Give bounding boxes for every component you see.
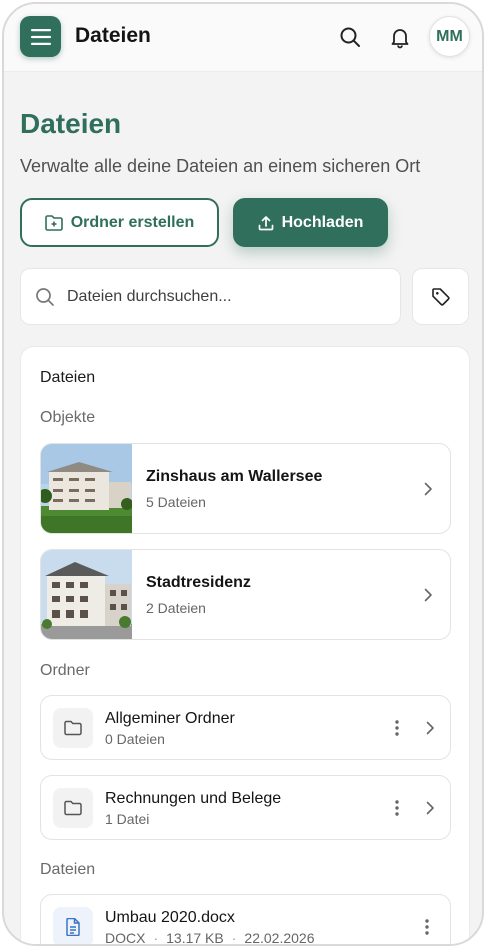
- object-name: Stadtresidenz: [146, 574, 251, 591]
- document-icon: [66, 918, 80, 936]
- object-item[interactable]: Stadtresidenz 2 Dateien: [40, 549, 451, 640]
- create-folder-label: Ordner erstellen: [70, 213, 195, 231]
- folder-icon-wrapper: [53, 788, 93, 828]
- file-date: 22.02.2026: [244, 930, 315, 946]
- tag-filter-button[interactable]: [412, 268, 469, 325]
- separator-dot: ·: [153, 930, 159, 946]
- object-item[interactable]: Zinshaus am Wallersee 5 Dateien: [40, 443, 451, 534]
- page-subtitle: Verwalte alle deine Dateien an einem sic…: [20, 156, 421, 176]
- folder-item[interactable]: Rechnungen und Belege 1 Datei: [40, 775, 451, 840]
- avatar[interactable]: MM: [429, 16, 470, 57]
- files-card: Dateien Objekte Zinshaus am Wallersee 5 …: [20, 346, 470, 946]
- folder-file-count: 0 Dateien: [105, 731, 165, 747]
- folders-section-label: Ordner: [40, 662, 90, 679]
- folder-name: Rechnungen und Belege: [105, 790, 282, 807]
- more-options-icon[interactable]: [417, 915, 437, 939]
- object-name: Zinshaus am Wallersee: [146, 468, 323, 485]
- chevron-right-icon: [424, 482, 432, 496]
- menu-button[interactable]: [20, 16, 61, 57]
- chevron-right-icon: [424, 588, 432, 602]
- app-title: Dateien: [75, 24, 151, 47]
- search-input[interactable]: [67, 287, 377, 306]
- folder-plus-icon: [44, 214, 63, 231]
- search-icon[interactable]: [338, 25, 362, 49]
- upload-icon: [258, 215, 273, 230]
- file-size: 13.17 KB: [166, 930, 224, 946]
- building-thumbnail: [41, 444, 132, 533]
- upload-button[interactable]: Hochladen: [233, 198, 388, 247]
- files-section-label: Dateien: [40, 861, 96, 878]
- search-field[interactable]: [20, 268, 401, 325]
- folder-icon: [64, 720, 82, 736]
- file-name: Umbau 2020.docx: [105, 909, 235, 926]
- object-file-count: 2 Dateien: [146, 600, 206, 616]
- more-options-icon[interactable]: [387, 716, 407, 740]
- phone-frame: Dateien MM Dateien Verwalte alle deine D…: [2, 2, 484, 946]
- objects-section-label: Objekte: [40, 409, 96, 426]
- menu-icon: [30, 28, 51, 45]
- search-icon: [36, 287, 54, 306]
- chevron-right-icon: [426, 801, 434, 815]
- file-item[interactable]: Umbau 2020.docx DOCX · 13.17 KB · 22.02.…: [40, 894, 451, 946]
- file-icon-wrapper: [53, 907, 93, 944]
- folder-name: Allgeminer Ordner: [105, 710, 235, 727]
- folder-item[interactable]: Allgeminer Ordner 0 Dateien: [40, 695, 451, 760]
- separator-dot: ·: [231, 930, 237, 946]
- object-file-count: 5 Dateien: [146, 494, 206, 510]
- file-meta: DOCX · 13.17 KB · 22.02.2026: [105, 930, 315, 946]
- bell-icon[interactable]: [388, 25, 412, 49]
- card-title: Dateien: [40, 369, 96, 386]
- page-title: Dateien: [20, 108, 122, 139]
- tag-icon: [431, 287, 450, 306]
- folder-icon-wrapper: [53, 708, 93, 748]
- folder-icon: [64, 800, 82, 816]
- building-thumbnail: [41, 550, 132, 639]
- create-folder-button[interactable]: Ordner erstellen: [20, 198, 219, 247]
- more-options-icon[interactable]: [387, 796, 407, 820]
- chevron-right-icon: [426, 721, 434, 735]
- upload-label: Hochladen: [281, 213, 364, 231]
- file-type: DOCX: [105, 930, 146, 946]
- folder-file-count: 1 Datei: [105, 811, 150, 827]
- top-bar: Dateien MM: [4, 4, 482, 72]
